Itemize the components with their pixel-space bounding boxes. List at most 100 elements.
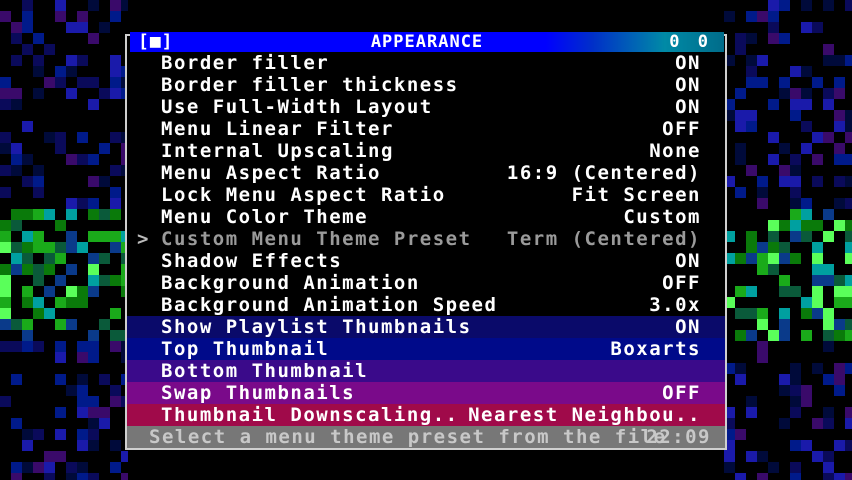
pattern-cell	[779, 286, 790, 297]
menu-item-full-width-layout[interactable]: Use Full-Width Layout ON	[127, 96, 725, 118]
pattern-cell	[768, 220, 779, 231]
pattern-cell	[823, 418, 834, 429]
pattern-cell	[77, 440, 88, 451]
pattern-cell	[22, 0, 33, 11]
menu-item-border-filler-thickness[interactable]: Border filler thickness ON	[127, 74, 725, 96]
pattern-cell	[11, 473, 22, 480]
menu-item-shadow-effects[interactable]: Shadow Effects ON	[127, 250, 725, 272]
pattern-cell	[44, 77, 55, 88]
menu-item-thumbnail-downscaling[interactable]: Thumbnail Downscaling.. Nearest Neighbou…	[127, 404, 725, 426]
pattern-cell	[0, 286, 11, 297]
pattern-cell	[790, 154, 801, 165]
background-pattern-left	[0, 0, 128, 480]
pattern-cell	[44, 286, 55, 297]
pattern-cell	[724, 462, 735, 473]
pattern-cell	[746, 121, 757, 132]
pattern-cell	[55, 341, 66, 352]
pattern-cell	[801, 0, 812, 11]
pattern-cell	[812, 418, 823, 429]
menu-item-color-theme[interactable]: Menu Color Theme Custom	[127, 206, 725, 228]
pattern-cell	[823, 462, 834, 473]
pattern-cell	[99, 176, 110, 187]
pattern-cell	[77, 198, 88, 209]
pattern-cell	[11, 319, 22, 330]
pattern-cell	[845, 231, 852, 242]
pattern-cell	[735, 154, 746, 165]
pattern-cell	[790, 440, 801, 451]
pattern-cell	[779, 385, 790, 396]
pattern-cell	[99, 319, 110, 330]
pattern-cell	[99, 275, 110, 286]
pattern-cell	[44, 473, 55, 480]
pattern-cell	[768, 242, 779, 253]
pattern-cell	[0, 88, 11, 99]
menu-item-aspect-ratio[interactable]: Menu Aspect Ratio 16:9 (Centered)	[127, 162, 725, 184]
pattern-cell	[88, 198, 99, 209]
pattern-cell	[790, 374, 801, 385]
pattern-cell	[66, 231, 77, 242]
menu-item-background-animation-speed[interactable]: Background Animation Speed 3.0x	[127, 294, 725, 316]
pattern-cell	[735, 187, 746, 198]
pattern-cell	[22, 264, 33, 275]
pattern-cell	[735, 121, 746, 132]
pattern-cell	[110, 132, 121, 143]
menu-item-bottom-thumbnail[interactable]: Bottom Thumbnail	[127, 360, 725, 382]
menu-item-label: Show Playlist Thumbnails	[161, 316, 472, 338]
pattern-cell	[845, 55, 852, 66]
pattern-cell	[801, 297, 812, 308]
pattern-cell	[0, 187, 11, 198]
pattern-cell	[88, 154, 99, 165]
pattern-cell	[0, 275, 11, 286]
pattern-cell	[790, 473, 801, 480]
menu-item-lock-aspect-ratio[interactable]: Lock Menu Aspect Ratio Fit Screen	[127, 184, 725, 206]
pattern-cell	[746, 231, 757, 242]
pattern-cell	[55, 132, 66, 143]
menu-item-linear-filter[interactable]: Menu Linear Filter OFF	[127, 118, 725, 140]
pattern-cell	[0, 220, 11, 231]
pattern-cell	[0, 231, 11, 242]
menu-item-swap-thumbnails[interactable]: Swap Thumbnails OFF	[127, 382, 725, 404]
pattern-cell	[88, 0, 99, 11]
menu-item-value: OFF	[662, 382, 701, 404]
pattern-cell	[66, 319, 77, 330]
menu-item-custom-theme-preset[interactable]: > Custom Menu Theme Preset Term (Centere…	[127, 228, 725, 250]
pattern-cell	[757, 242, 768, 253]
pattern-cell	[746, 165, 757, 176]
pattern-cell	[790, 286, 801, 297]
pattern-cell	[55, 11, 66, 22]
menu-item-value: ON	[675, 74, 701, 96]
pattern-cell	[22, 330, 33, 341]
menu-item-show-playlist-thumbnails[interactable]: Show Playlist Thumbnails ON	[127, 316, 725, 338]
menu-item-label: Shadow Effects	[161, 250, 343, 272]
pattern-cell	[845, 121, 852, 132]
pattern-cell	[746, 66, 757, 77]
pattern-cell	[0, 264, 11, 275]
pattern-cell	[0, 242, 11, 253]
menu-item-label: Menu Color Theme	[161, 206, 369, 228]
pattern-cell	[11, 154, 22, 165]
menu-item-internal-upscaling[interactable]: Internal Upscaling None	[127, 140, 725, 162]
pattern-cell	[44, 44, 55, 55]
pattern-cell	[779, 319, 790, 330]
pattern-cell	[823, 374, 834, 385]
pattern-cell	[22, 253, 33, 264]
pattern-cell	[121, 451, 128, 462]
pattern-cell	[834, 55, 845, 66]
pattern-cell	[790, 462, 801, 473]
pattern-cell	[801, 440, 812, 451]
pattern-cell	[768, 264, 779, 275]
pattern-cell	[834, 385, 845, 396]
pattern-cell	[88, 209, 99, 220]
pattern-cell	[790, 110, 801, 121]
pattern-cell	[823, 209, 834, 220]
menu-item-top-thumbnail[interactable]: Top Thumbnail Boxarts	[127, 338, 725, 360]
menu-item-value: 3.0x	[649, 294, 701, 316]
pattern-cell	[88, 231, 99, 242]
menu-item-background-animation[interactable]: Background Animation OFF	[127, 272, 725, 294]
menu-item-border-filler[interactable]: Border filler ON	[127, 52, 725, 74]
pattern-cell	[33, 165, 44, 176]
pattern-cell	[801, 198, 812, 209]
menu-item-value: Term (Centered)	[506, 228, 701, 250]
pattern-cell	[66, 154, 77, 165]
pattern-cell	[735, 143, 746, 154]
